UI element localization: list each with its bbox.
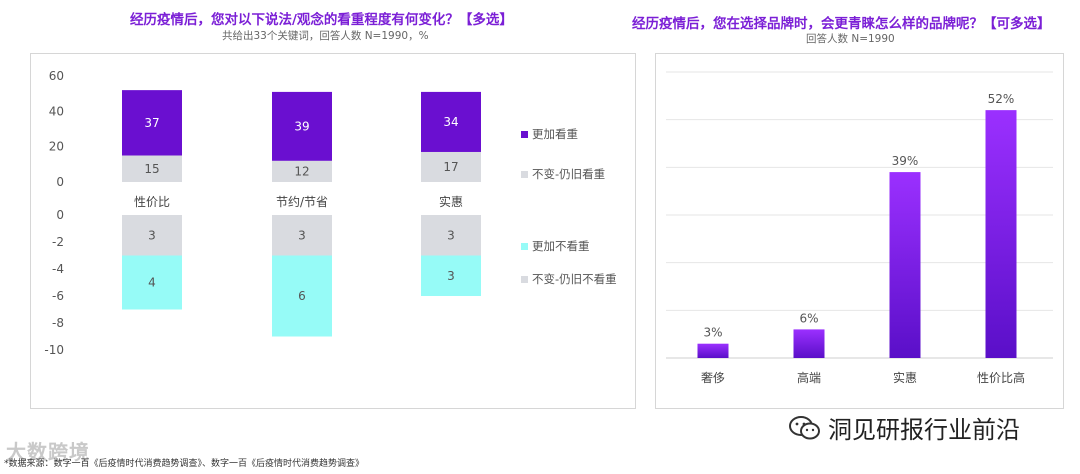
lower-bar-value-label: 3 xyxy=(298,228,306,242)
bar xyxy=(985,110,1017,358)
bar-value-label: 39% xyxy=(892,154,919,168)
upper-y-tick-label: 20 xyxy=(49,140,64,154)
upper-y-tick-label: 0 xyxy=(56,175,64,189)
legend-swatch xyxy=(521,171,528,178)
lower-y-tick-label: -6 xyxy=(52,289,64,303)
legend-label: 不变-仍旧不看重 xyxy=(532,272,617,286)
category-label: 节约/节省 xyxy=(276,194,328,209)
category-label: 实惠 xyxy=(439,194,463,209)
left-chart-subtitle: 共给出33个关键词，回答人数 N=1990，% xyxy=(222,30,429,42)
bar xyxy=(889,172,921,358)
left-chart-title: 经历疫情后，您对以下说法/观念的看重程度有何变化？【多选】 xyxy=(130,12,513,28)
category-label: 性价比高 xyxy=(977,370,1025,385)
legend-label: 不变-仍旧看重 xyxy=(532,167,605,181)
legend-label: 更加看重 xyxy=(532,127,578,141)
wechat-icon xyxy=(789,415,820,439)
lower-y-tick-label: -8 xyxy=(52,316,64,330)
upper-bar-value-label: 15 xyxy=(144,162,159,176)
right-chart-svg: 3% 奢侈 6% 高端 39% 实惠 52% 性价比高 xyxy=(666,71,1053,385)
wechat-account-name: 洞见研报行业前沿 xyxy=(828,416,1020,444)
lower-bar-value-label: 4 xyxy=(148,276,156,290)
category-label: 性价比 xyxy=(134,195,170,209)
upper-bar-value-label: 12 xyxy=(294,164,309,178)
category-label: 实惠 xyxy=(893,370,917,385)
legend-label: 更加不看重 xyxy=(532,239,590,253)
category-label: 高端 xyxy=(797,370,821,385)
upper-y-tick-label: 60 xyxy=(49,69,64,83)
lower-bar-value-label: 3 xyxy=(447,269,455,283)
left-chart-panel: 60 40 20 0 15 37 性价比 12 39 节约/节省 17 34 实惠 0 -2 -4 -6 -8 -1… xyxy=(30,53,636,409)
upper-bar-value-label: 39 xyxy=(294,119,309,133)
upper-bar-value-label: 37 xyxy=(144,116,159,130)
upper-bar-value-label: 17 xyxy=(443,160,458,174)
legend-swatch xyxy=(521,131,528,138)
lower-y-tick-label: -10 xyxy=(44,343,64,357)
data-source-note: *数据来源：数字一百《后疫情时代消费趋势调查》、数字一百《后疫情时代消费趋势调查… xyxy=(4,459,365,469)
lower-y-tick-label: -4 xyxy=(52,262,64,276)
bar xyxy=(697,343,729,358)
upper-bar-value-label: 34 xyxy=(443,115,458,129)
legend-swatch xyxy=(521,276,528,283)
bar xyxy=(793,329,825,358)
right-chart-subtitle: 回答人数 N=1990 xyxy=(806,33,895,45)
legend-swatch xyxy=(521,243,528,250)
lower-bar-value-label: 3 xyxy=(447,228,455,242)
wechat-account: 洞见研报行业前沿 xyxy=(788,410,1020,445)
bar-value-label: 3% xyxy=(703,326,722,340)
lower-bar-value-label: 6 xyxy=(298,289,306,303)
lower-y-tick-label: 0 xyxy=(56,208,64,222)
right-chart-panel: 3% 奢侈 6% 高端 39% 实惠 52% 性价比高 xyxy=(655,53,1064,409)
right-chart-title: 经历疫情后，您在选择品牌时，会更青睐怎么样的品牌呢？【可多选】 xyxy=(632,16,1051,32)
lower-y-tick-label: -2 xyxy=(52,235,64,249)
upper-y-tick-label: 40 xyxy=(49,104,64,118)
bar-value-label: 6% xyxy=(799,311,818,325)
bar-value-label: 52% xyxy=(988,92,1015,106)
lower-bar-value-label: 3 xyxy=(148,228,156,242)
left-chart-svg: 60402001537性价比1239节约/节省1734实惠0-2-4-6-8-1… xyxy=(44,69,617,357)
category-label: 奢侈 xyxy=(701,371,725,385)
